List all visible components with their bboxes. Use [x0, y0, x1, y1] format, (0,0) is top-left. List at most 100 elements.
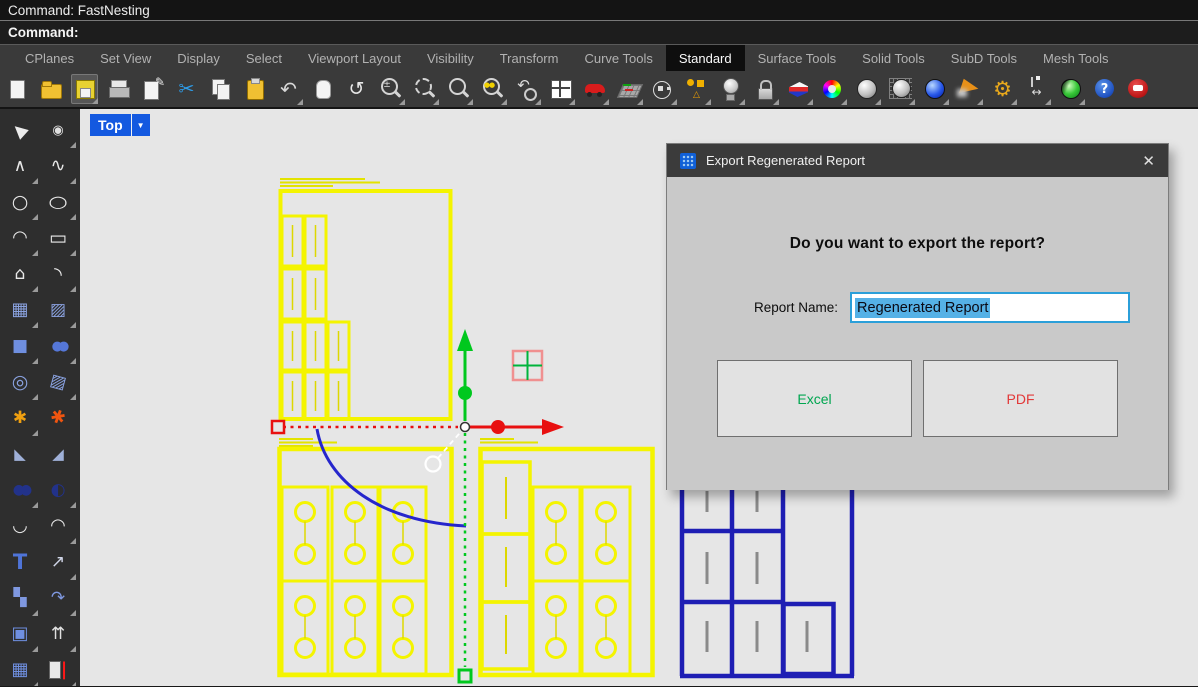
zoom-window-icon[interactable]: [411, 74, 439, 105]
chevron-down-icon[interactable]: ▼: [132, 121, 150, 130]
gumball-x-handle[interactable]: [270, 419, 286, 435]
help-icon[interactable]: ?: [1091, 74, 1118, 104]
zoom-selected-icon[interactable]: ●●: [479, 74, 507, 105]
excel-button[interactable]: Excel: [717, 360, 912, 437]
blend-curve-icon[interactable]: ◡: [3, 509, 37, 543]
boolean-difference-icon[interactable]: ◐: [41, 473, 76, 508]
gumball-plane-handle[interactable]: [511, 349, 544, 382]
blue-arc-curve: [315, 428, 467, 528]
rectangle-icon[interactable]: ▭: [41, 221, 76, 256]
pan-icon[interactable]: [309, 74, 336, 104]
command-prompt-input[interactable]: Command:: [0, 21, 1198, 44]
selection-filter-icon[interactable]: △: [683, 74, 711, 105]
tab-surface-tools[interactable]: Surface Tools: [745, 45, 850, 71]
tab-solid-tools[interactable]: Solid Tools: [849, 45, 938, 71]
layer-wedge-icon[interactable]: [785, 74, 813, 105]
lamp-icon[interactable]: [717, 74, 745, 105]
new-document-icon[interactable]: [3, 74, 30, 104]
spotlight-icon[interactable]: [955, 74, 983, 105]
tab-viewport-layout[interactable]: Viewport Layout: [295, 45, 414, 71]
control-point-curve-icon[interactable]: ∧: [3, 149, 38, 184]
single-point-icon[interactable]: ◉: [41, 113, 76, 148]
tab-set-view[interactable]: Set View: [87, 45, 164, 71]
chamfer-edge-icon[interactable]: ◢: [41, 437, 75, 471]
dialog-title-bar[interactable]: Export Regenerated Report ✕: [667, 144, 1168, 177]
gumball-x-scale-dot[interactable]: [491, 420, 505, 434]
zoom-icon[interactable]: ±: [377, 74, 405, 105]
render-sphere-icon[interactable]: [853, 74, 881, 105]
gumball-y-arrowhead[interactable]: [457, 329, 473, 351]
ellipse-icon[interactable]: ○: [41, 185, 76, 220]
gumball-y-handle[interactable]: [457, 668, 473, 684]
gumball-origin[interactable]: [459, 421, 471, 433]
fillet-corner-icon[interactable]: ◝: [41, 257, 76, 292]
polygon-icon[interactable]: ⌂: [3, 257, 38, 292]
toolbar-tab-bar: CPlanes Set View Display Select Viewport Lay…: [0, 44, 1198, 71]
gumball-x-arrowhead[interactable]: [542, 419, 564, 435]
car-icon[interactable]: [581, 74, 609, 105]
split-red-icon[interactable]: |: [41, 653, 76, 686]
open-file-icon[interactable]: [37, 74, 64, 104]
chat-icon[interactable]: [1125, 74, 1152, 104]
patch-surface-icon[interactable]: ▨: [41, 293, 76, 328]
tab-display[interactable]: Display: [164, 45, 233, 71]
fillet-edge-icon[interactable]: ◣: [3, 437, 37, 471]
extrude-icon[interactable]: ⇈: [41, 617, 76, 652]
cut-icon[interactable]: ✂: [173, 74, 200, 104]
cplane-icon[interactable]: [615, 74, 643, 105]
lock-icon[interactable]: [751, 74, 779, 105]
close-icon[interactable]: ✕: [1142, 152, 1155, 170]
undo-view-icon[interactable]: ↶: [513, 74, 541, 105]
boolean-union-icon[interactable]: ●●: [3, 473, 38, 508]
text-icon[interactable]: T: [3, 545, 37, 579]
surface-points-icon[interactable]: ▦: [3, 293, 38, 328]
surface-grid-icon[interactable]: ▨: [41, 365, 76, 400]
tab-visibility[interactable]: Visibility: [414, 45, 487, 71]
explode-icon[interactable]: ✱: [41, 401, 75, 435]
print-icon[interactable]: [105, 74, 132, 104]
tab-cplanes[interactable]: CPlanes: [12, 45, 87, 71]
paste-icon[interactable]: [241, 74, 268, 104]
dialog-heading: Do you want to export the report?: [789, 235, 1046, 252]
circle-center-icon[interactable]: [649, 74, 677, 105]
pdf-button[interactable]: PDF: [923, 360, 1118, 437]
tab-mesh-tools[interactable]: Mesh Tools: [1030, 45, 1122, 71]
tab-standard[interactable]: Standard: [665, 45, 745, 71]
viewport-layout-icon[interactable]: [547, 74, 575, 105]
arc-icon[interactable]: ◠: [3, 221, 38, 256]
sphere-pair-icon[interactable]: ●●: [41, 329, 76, 364]
boolean-split-icon[interactable]: ✱: [3, 401, 38, 436]
mesh-sphere-icon[interactable]: [887, 74, 915, 105]
circle-icon[interactable]: ○: [3, 185, 38, 220]
dimension-icon[interactable]: ↔: [1023, 74, 1051, 105]
mirror-icon[interactable]: ↷: [41, 581, 76, 616]
zoom-extents-icon[interactable]: [445, 74, 473, 105]
color-wheel-icon[interactable]: [819, 74, 847, 105]
save-icon[interactable]: [71, 74, 98, 104]
group-icon[interactable]: ▚: [3, 581, 38, 616]
report-name-input[interactable]: Regenerated Report: [850, 292, 1131, 323]
select-cursor-icon[interactable]: ▲: [3, 113, 37, 147]
curve-handles-icon[interactable]: ∿: [41, 149, 76, 184]
rotate-view-icon[interactable]: ↺: [343, 74, 370, 104]
undo-icon[interactable]: ↶: [275, 74, 303, 105]
edit-properties-icon[interactable]: [139, 74, 166, 104]
dialog-title: Export Regenerated Report: [706, 153, 865, 168]
tab-subd-tools[interactable]: SubD Tools: [938, 45, 1030, 71]
tab-curve-tools[interactable]: Curve Tools: [571, 45, 665, 71]
cube-face-icon[interactable]: ▣: [3, 617, 38, 652]
rebuild-curve-icon[interactable]: ◠: [41, 509, 76, 544]
copy-icon[interactable]: [207, 74, 234, 104]
tab-transform[interactable]: Transform: [487, 45, 572, 71]
gears-icon[interactable]: ⚙: [989, 74, 1017, 105]
box-icon[interactable]: ■: [3, 329, 38, 364]
shaded-sphere-icon[interactable]: [921, 74, 949, 105]
array-icon[interactable]: ▦: [3, 653, 38, 686]
analyze-sphere-icon[interactable]: [1057, 74, 1085, 105]
gumball-rotate-handle[interactable]: [424, 455, 442, 473]
gumball-y-scale-dot[interactable]: [458, 386, 472, 400]
move-scale-icon[interactable]: ↗: [41, 545, 76, 580]
tab-select[interactable]: Select: [233, 45, 295, 71]
revolve-icon[interactable]: ◎: [3, 365, 38, 400]
viewport-title-dropdown[interactable]: Top ▼: [90, 114, 150, 136]
